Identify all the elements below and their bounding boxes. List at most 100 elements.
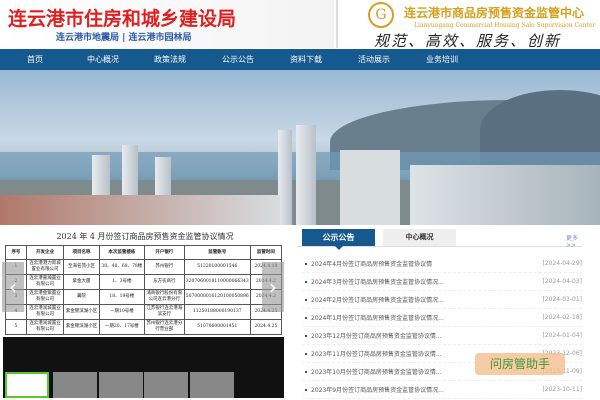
tab-announcements[interactable]: 公示公告 bbox=[302, 229, 375, 250]
more-link[interactable]: 更多>> bbox=[566, 233, 582, 249]
nav-policy[interactable]: 政策法规 bbox=[136, 49, 204, 70]
city-banner-image bbox=[0, 70, 600, 225]
cell: 江苏银行连云港海滨支行 bbox=[143, 304, 185, 320]
bullet-icon bbox=[305, 388, 307, 391]
list-item[interactable]: 2024年1月份签订商品房预售资金监管协议情况... [2024-02-18] bbox=[302, 309, 582, 327]
bullet-icon bbox=[305, 262, 307, 265]
news-date: [2024-02-18] bbox=[542, 314, 582, 321]
thumbnail[interactable] bbox=[5, 372, 49, 398]
center-logo-icon: G bbox=[368, 2, 394, 28]
nav-home[interactable]: 首页 bbox=[0, 49, 70, 70]
news-date: [2024-04-03] bbox=[542, 278, 582, 285]
cell: 2024.4.25 bbox=[249, 319, 283, 335]
cell: 连云港金紫置业有限公司 bbox=[25, 289, 65, 305]
slider-next-button[interactable]: › bbox=[262, 262, 284, 312]
list-item[interactable]: 2023年9月份签订商品房预售资金监管协议情况... [2023-10-11] bbox=[302, 381, 582, 399]
cell: 3207060018110000066343 bbox=[183, 274, 251, 290]
table-header-row: 序号 开发企业 项目名称 本次监管楼栋 开户银行 监管账号 监管时间 bbox=[5, 245, 283, 260]
supervision-table: 序号 开发企业 项目名称 本次监管楼栋 开户银行 监管账号 监管时间 1连云港港… bbox=[5, 245, 283, 335]
news-title[interactable]: 2024年1月份签订商品房预售资金监管协议情况... bbox=[311, 313, 542, 322]
col-header: 本次监管楼栋 bbox=[98, 245, 145, 260]
bullet-icon bbox=[305, 316, 307, 319]
center-name: 连云港市商品房预售资金监管中心 bbox=[404, 6, 585, 20]
thumbnail[interactable] bbox=[144, 372, 188, 398]
cell: 苏州银行连云港分行营业部 bbox=[143, 319, 185, 335]
news-title[interactable]: 2023年9月份签订商品房预售资金监管协议情况... bbox=[311, 385, 542, 394]
bureau-banner: 连云港市住房和城乡建设局 连云港市地震局 | 连云港市园林局 bbox=[0, 0, 334, 48]
col-header: 序号 bbox=[5, 245, 27, 260]
col-header: 开户银行 bbox=[143, 245, 185, 260]
news-title[interactable]: 2023年12月份签订商品房预售资金监管协议情... bbox=[311, 331, 542, 340]
cell: 5 bbox=[5, 319, 27, 335]
news-date: [2023-10-11] bbox=[542, 386, 582, 393]
cell: 38、48、68、78楼 bbox=[98, 259, 145, 275]
cell: 翼院 bbox=[63, 289, 100, 305]
main-nav: 首页 中心概况 政策法规 公示公告 资料下载 活动展示 业务培训 bbox=[0, 49, 600, 70]
news-date: [2024-01-04] bbox=[542, 332, 582, 339]
col-header: 监管账号 bbox=[183, 245, 251, 260]
cell: 一期20、17号楼 bbox=[98, 319, 145, 335]
nav-training[interactable]: 业务培训 bbox=[408, 49, 476, 70]
cell: 连云港润城置业有限公司 bbox=[25, 319, 65, 335]
table-row: 3连云港金紫置业有限公司翼院18、19号楼浦商银行股份有限公司连云港分行5070… bbox=[5, 289, 283, 305]
nav-activities[interactable]: 活动展示 bbox=[340, 49, 408, 70]
cell: 紫金锦滨湖小区 bbox=[63, 304, 100, 320]
cell: 连云港港力新城置业有限公司 bbox=[25, 259, 65, 275]
nav-announcements[interactable]: 公示公告 bbox=[204, 49, 272, 70]
bureau-subtitle[interactable]: 连云港市地震局 | 连云港市园林局 bbox=[56, 30, 192, 43]
table-title: 2024 年 4 月份签订商品房预售资金监管协议情况 bbox=[56, 232, 234, 241]
thumbnail[interactable] bbox=[190, 372, 234, 398]
list-item[interactable]: 2024年2月份签订商品房预售资金监管协议情况... [2024-03-01] bbox=[302, 291, 582, 309]
cell: 5070000016120100050896 bbox=[183, 289, 251, 305]
tab-center-overview[interactable]: 中心概况 bbox=[383, 229, 456, 246]
list-item[interactable]: 2023年12月份签订商品房预售资金监管协议情... [2024-01-04] bbox=[302, 327, 582, 345]
table-row: 2连云港嘉瀚置业有限公司紫金大厦1、3号楼东方农商行32070600181100… bbox=[5, 274, 283, 290]
news-title[interactable]: 2024年4月份签订商品房预售资金监管协议情 bbox=[311, 259, 542, 268]
cell: 51220100001546 bbox=[183, 259, 251, 275]
thumbnail[interactable] bbox=[99, 372, 143, 398]
col-header: 开发企业 bbox=[25, 245, 65, 260]
nav-downloads[interactable]: 资料下载 bbox=[272, 49, 340, 70]
bullet-icon bbox=[305, 352, 307, 355]
bullet-icon bbox=[305, 298, 307, 301]
bullet-icon bbox=[305, 370, 307, 373]
list-item[interactable]: 2024年3月份签订商品房预售资金监管协议情况... [2024-04-03] bbox=[302, 273, 582, 291]
news-list: 2024年4月份签订商品房预售资金监管协议情 [2024-04-29] 2024年… bbox=[302, 255, 582, 399]
cell: 东方农商行 bbox=[143, 274, 185, 290]
bullet-icon bbox=[305, 280, 307, 283]
news-title[interactable]: 2024年3月份签订商品房预售资金监管协议情况... bbox=[311, 277, 542, 286]
header: 连云港市住房和城乡建设局 连云港市地震局 | 连云港市园林局 G 连云港市商品房… bbox=[0, 0, 600, 50]
cell: 苏州银行 bbox=[143, 259, 185, 275]
table-row: 4连云港润城置业有限公司紫金锦滨湖小区一期10号楼江苏银行连云港海滨支行1125… bbox=[5, 304, 283, 320]
thumbnail-gallery bbox=[3, 337, 284, 398]
cell: 1、3号楼 bbox=[98, 274, 145, 290]
cell: 连云港润城置业有限公司 bbox=[25, 304, 65, 320]
cell: 11250188000190137 bbox=[183, 304, 251, 320]
col-header: 监管时间 bbox=[249, 245, 283, 260]
assistant-widget[interactable]: 问房管助手 bbox=[475, 353, 565, 375]
news-title[interactable]: 2024年2月份签订商品房预售资金监管协议情况... bbox=[311, 295, 542, 304]
nav-center-overview[interactable]: 中心概况 bbox=[70, 49, 136, 70]
bureau-title[interactable]: 连云港市住房和城乡建设局 bbox=[8, 4, 236, 31]
thumbnail[interactable] bbox=[53, 372, 97, 398]
table-row: 5 连云港润城置业有限公司 紫金锦滨湖小区 一期20、17号楼 苏州银行连云港分行营业部… bbox=[5, 319, 283, 335]
slogan: 规范、高效、服务、创新 bbox=[374, 32, 562, 50]
center-banner: G 连云港市商品房预售资金监管中心 Lianyungang Commercial… bbox=[336, 0, 600, 50]
center-english-name: Lianyungang Commercial Housing Sale Supe… bbox=[414, 22, 596, 29]
cell: 至海名苑小区 bbox=[63, 259, 100, 275]
cell: 浦商银行股份有限公司连云港分行 bbox=[143, 289, 185, 305]
bullet-icon bbox=[305, 334, 307, 337]
cell: 紫金锦滨湖小区 bbox=[63, 319, 100, 335]
news-tabs: 公示公告 中心概况 更多>> bbox=[298, 229, 582, 250]
news-date: [2024-04-29] bbox=[542, 260, 582, 267]
cell: 紫金大厦 bbox=[63, 274, 100, 290]
table-row: 1连云港港力新城置业有限公司至海名苑小区38、48、68、78楼苏州银行5122… bbox=[5, 259, 283, 275]
cell: 一期10号楼 bbox=[98, 304, 145, 320]
cell: 连云港嘉瀚置业有限公司 bbox=[25, 274, 65, 290]
cell: 51070600001451 bbox=[183, 319, 251, 335]
list-item[interactable]: 2024年4月份签订商品房预售资金监管协议情 [2024-04-29] bbox=[302, 255, 582, 273]
col-header: 项目名称 bbox=[63, 245, 100, 260]
cell: 18、19号楼 bbox=[98, 289, 145, 305]
news-date: [2024-03-01] bbox=[542, 296, 582, 303]
slider-prev-button[interactable]: ‹ bbox=[2, 262, 24, 312]
